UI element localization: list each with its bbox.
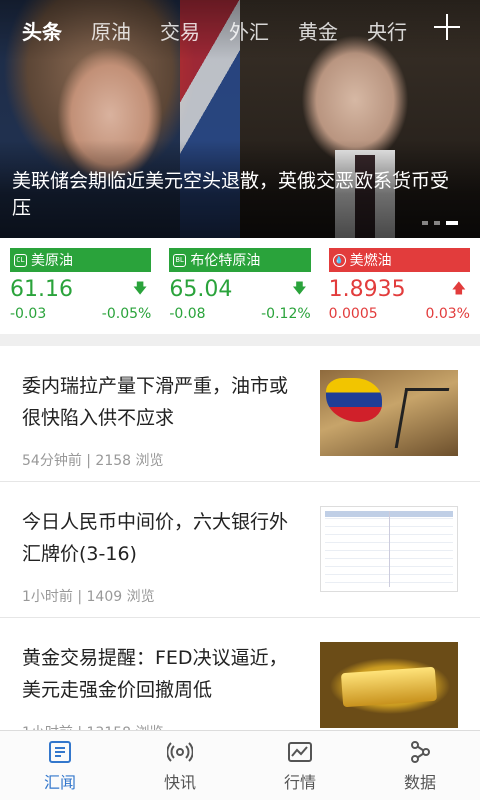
hero-headline[interactable]: 美联储会期临近美元空头退散，英俄交恶欧系货币受压 bbox=[12, 168, 462, 222]
news-title: 今日人民币中间价，六大银行外汇牌价(3-16) bbox=[22, 511, 289, 565]
news-meta: 1小时前 | 13158 浏览 bbox=[22, 722, 164, 730]
quote-price: 61.16 bbox=[10, 277, 73, 302]
chart-icon bbox=[288, 741, 312, 762]
list-item[interactable]: 委内瑞拉产量下滑严重，油市或很快陷入供不应求 54分钟前 | 2158 浏览 bbox=[0, 346, 480, 482]
category-tabs: 头条 原油 交易 外汇 黄金 央行 bbox=[0, 0, 480, 60]
bottom-navigation: 汇闻 快讯 行情 数据 bbox=[0, 730, 480, 800]
drop-icon: 💧 bbox=[332, 253, 346, 267]
quote-price: 65.04 bbox=[169, 277, 233, 302]
quote-tag: 💧 美燃油 bbox=[328, 248, 470, 272]
news-meta: 54分钟前 | 2158 浏览 bbox=[22, 453, 164, 469]
news-title: 委内瑞拉产量下滑严重，油市或很快陷入供不应求 bbox=[22, 375, 289, 429]
nav-data[interactable]: 数据 bbox=[360, 731, 480, 800]
news-thumbnail bbox=[320, 642, 458, 728]
quote-name: 美原油 bbox=[31, 253, 73, 269]
broadcast-icon bbox=[167, 741, 193, 762]
tab-headlines[interactable]: 头条 bbox=[22, 16, 62, 45]
bl-icon: BL bbox=[173, 253, 187, 267]
news-thumbnail bbox=[320, 506, 458, 592]
quote-price: 1.8935 bbox=[328, 277, 406, 302]
quote-percent: 0.03% bbox=[425, 306, 470, 322]
quote-change: -0.03 bbox=[10, 306, 47, 322]
gold-bar-image bbox=[340, 666, 438, 708]
quote-brent-crude[interactable]: BL 布伦特原油 65.04 🡇 -0.08 -0.12% bbox=[169, 248, 311, 334]
carousel-indicator bbox=[422, 221, 458, 225]
data-icon bbox=[411, 740, 430, 763]
quote-name: 美燃油 bbox=[349, 253, 392, 269]
quote-tag: CL 美原油 bbox=[10, 248, 152, 272]
nav-flash[interactable]: 快讯 bbox=[120, 731, 240, 800]
nav-market[interactable]: 行情 bbox=[240, 731, 360, 800]
tab-gold[interactable]: 黄金 bbox=[298, 16, 338, 45]
list-item[interactable]: 今日人民币中间价，六大银行外汇牌价(3-16) 1小时前 | 1409 浏览 bbox=[0, 482, 480, 618]
quote-heating-oil[interactable]: 💧 美燃油 1.8935 🡅 0.0005 0.03% bbox=[328, 248, 470, 334]
tab-crude-oil[interactable]: 原油 bbox=[91, 16, 131, 45]
quote-percent: -0.12% bbox=[261, 306, 311, 322]
list-item[interactable]: 黄金交易提醒：FED决议逼近，美元走强金价回撤周低 1小时前 | 13158 浏… bbox=[0, 618, 480, 730]
news-thumbnail bbox=[320, 370, 458, 456]
quote-change: -0.08 bbox=[169, 306, 206, 322]
arrow-up-icon: 🡅 bbox=[451, 280, 466, 297]
tab-central-bank[interactable]: 央行 bbox=[367, 16, 407, 45]
carousel-dot-active bbox=[446, 221, 458, 225]
nav-news[interactable]: 汇闻 bbox=[0, 731, 120, 800]
arrow-down-icon: 🡇 bbox=[132, 280, 148, 297]
nav-label: 汇闻 bbox=[43, 772, 76, 792]
quote-name: 布伦特原油 bbox=[190, 253, 261, 269]
hero-banner[interactable]: 头条 原油 交易 外汇 黄金 央行 美联储会期临近美元空头退散，英俄交恶欧系货币… bbox=[0, 0, 480, 238]
oil-pump-image bbox=[394, 388, 450, 448]
section-divider bbox=[0, 334, 480, 346]
nav-label: 行情 bbox=[283, 772, 316, 792]
quote-change: 0.0005 bbox=[328, 306, 378, 322]
news-title: 黄金交易提醒：FED决议逼近，美元走强金价回撤周低 bbox=[22, 647, 288, 701]
nav-label: 数据 bbox=[403, 772, 436, 792]
carousel-dot bbox=[434, 221, 440, 225]
tab-trading[interactable]: 交易 bbox=[160, 16, 200, 45]
quote-us-crude[interactable]: CL 美原油 61.16 🡇 -0.03 -0.05% bbox=[10, 248, 152, 334]
arrow-down-icon: 🡇 bbox=[292, 280, 307, 297]
app-screen: 头条 原油 交易 外汇 黄金 央行 美联储会期临近美元空头退散，英俄交恶欧系货币… bbox=[0, 0, 480, 800]
news-icon bbox=[49, 740, 71, 763]
map-image bbox=[326, 378, 382, 422]
news-meta: 1小时前 | 1409 浏览 bbox=[22, 589, 155, 605]
quote-tag: BL 布伦特原油 bbox=[169, 248, 311, 272]
nav-label: 快讯 bbox=[163, 772, 196, 792]
quote-strip: CL 美原油 61.16 🡇 -0.03 -0.05% BL 布伦特原油 65.… bbox=[0, 238, 480, 334]
quote-percent: -0.05% bbox=[101, 306, 152, 322]
news-list: 委内瑞拉产量下滑严重，油市或很快陷入供不应求 54分钟前 | 2158 浏览 今… bbox=[0, 346, 480, 730]
add-tab-icon[interactable] bbox=[434, 14, 460, 40]
tab-forex[interactable]: 外汇 bbox=[229, 16, 269, 45]
carousel-dot bbox=[422, 221, 428, 225]
cl-icon: CL bbox=[14, 253, 27, 267]
rate-table-image bbox=[325, 511, 453, 587]
